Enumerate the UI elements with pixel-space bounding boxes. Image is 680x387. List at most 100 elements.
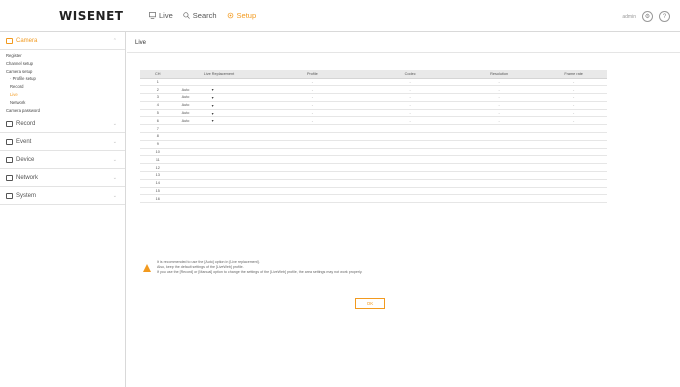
settings-icon[interactable]: ⚙ — [642, 11, 653, 22]
chevron-down-icon: ⌄ — [112, 157, 117, 164]
main-content: Live CH Live Replacement Profile Codec R… — [127, 32, 680, 387]
dropdown-arrow-icon: ▾ — [211, 102, 214, 108]
cell-profile: - — [262, 78, 363, 87]
cell-resolution: - — [457, 101, 541, 110]
ok-button[interactable]: OK — [355, 298, 385, 309]
live-replacement-select[interactable]: Auto ▾ — [181, 103, 215, 108]
cell-codec — [362, 187, 458, 196]
cell-ch: 12 — [140, 163, 176, 173]
table-row: 9 — [140, 140, 607, 149]
sidebar-device[interactable]: Device ⌄ — [0, 151, 125, 170]
nav-setup[interactable]: Setup — [227, 11, 257, 20]
live-replacement-value: Auto — [181, 87, 190, 92]
sidebar-record[interactable]: Record ⌄ — [0, 115, 125, 134]
cell-profile: - — [262, 93, 363, 102]
live-replacement-select[interactable]: Auto ▾ — [181, 118, 215, 123]
sidebar-camera[interactable]: Camera ⌃ — [0, 32, 125, 50]
cell-codec: - — [362, 93, 458, 102]
cell-codec — [362, 124, 458, 134]
sidebar-network[interactable]: Network ⌄ — [0, 169, 125, 188]
cell-resolution — [457, 179, 541, 188]
live-replacement-select[interactable]: Auto ▾ — [181, 111, 215, 116]
sidebar-item-profile-setup[interactable]: · Profile setup — [6, 75, 125, 83]
cell-live-replacement — [175, 155, 263, 165]
live-replacement-select[interactable]: Auto ▾ — [181, 87, 215, 92]
nav-setup-label: Setup — [236, 11, 257, 20]
sidebar-item-register[interactable]: Register — [6, 52, 125, 60]
cell-codec — [362, 163, 458, 173]
sidebar-system[interactable]: System ⌄ — [0, 187, 125, 206]
camera-submenu: Register Channel setup Camera setup · Pr… — [0, 50, 125, 115]
dropdown-arrow-icon: ▾ — [211, 110, 214, 116]
table-row: 16 — [140, 194, 607, 204]
table-row: 11 — [140, 155, 607, 165]
cell-ch: 2 — [140, 85, 176, 95]
chevron-down-icon: ⌄ — [112, 121, 117, 128]
table-row: 6 Auto ▾ - - - - — [140, 116, 607, 126]
cell-frame-rate — [540, 124, 607, 134]
cell-codec: - — [362, 78, 458, 87]
sidebar-item-camera-password[interactable]: Camera password — [6, 107, 125, 115]
cell-frame-rate: - — [540, 109, 607, 118]
help-icon[interactable]: ? — [659, 11, 670, 22]
cell-codec — [362, 155, 458, 165]
cell-resolution — [457, 124, 541, 134]
cell-profile: - — [262, 85, 363, 95]
cell-ch: 1 — [140, 78, 176, 87]
cell-frame-rate: - — [540, 101, 607, 110]
table-row: 1---- — [140, 78, 607, 87]
col-resolution: Resolution — [457, 70, 541, 79]
cell-resolution — [457, 171, 541, 180]
sidebar: Camera ⌃ Register Channel setup Camera s… — [0, 32, 126, 387]
cell-live-replacement — [175, 194, 263, 204]
nav-search-label: Search — [192, 11, 217, 20]
cell-live-replacement: Auto ▾ — [175, 116, 263, 126]
sidebar-event-label: Event — [16, 138, 32, 145]
user-name[interactable]: admin — [622, 14, 636, 20]
cell-resolution: - — [457, 93, 541, 102]
brand-logo[interactable]: WISENET — [59, 9, 123, 23]
cell-live-replacement — [175, 171, 263, 180]
sidebar-record-label: Record — [16, 120, 36, 127]
cell-live-replacement — [175, 187, 263, 196]
dropdown-arrow-icon: ▾ — [211, 87, 214, 93]
cell-live-replacement — [175, 78, 263, 87]
cell-live-replacement — [175, 179, 263, 188]
chevron-down-icon: ⌄ — [112, 175, 117, 182]
dropdown-arrow-icon: ▾ — [211, 94, 214, 100]
live-replacement-value: Auto — [181, 103, 190, 108]
chevron-down-icon: ⌄ — [112, 139, 117, 146]
cell-resolution — [457, 194, 541, 204]
record-icon — [6, 120, 13, 127]
cell-codec: - — [362, 101, 458, 110]
live-replacement-value: Auto — [181, 95, 190, 100]
cell-codec — [362, 179, 458, 188]
col-frame-rate: Frame rate — [540, 70, 607, 79]
cell-profile — [262, 132, 363, 141]
sidebar-item-live[interactable]: Live — [6, 91, 125, 99]
sidebar-event[interactable]: Event ⌄ — [0, 133, 125, 152]
cell-frame-rate — [540, 179, 607, 188]
cell-live-replacement — [175, 163, 263, 173]
page-title: Live — [135, 40, 147, 46]
cell-ch: 13 — [140, 171, 176, 180]
nav-live[interactable]: Live — [149, 11, 173, 20]
cell-live-replacement: Auto ▾ — [175, 109, 263, 118]
sidebar-item-channel-setup[interactable]: Channel setup — [6, 60, 125, 68]
live-replacement-select[interactable]: Auto ▾ — [181, 95, 215, 100]
sidebar-item-record[interactable]: Record — [6, 83, 125, 91]
table-row: 13 — [140, 171, 607, 180]
cell-live-replacement — [175, 140, 263, 149]
nav-search[interactable]: Search — [183, 11, 217, 20]
table-row: 8 — [140, 132, 607, 141]
sidebar-item-network[interactable]: Network — [6, 99, 125, 107]
table-row: 14 — [140, 179, 607, 188]
cell-live-replacement: Auto ▾ — [175, 101, 263, 110]
monitor-icon — [149, 12, 156, 19]
header-right: admin ⚙ ? — [622, 11, 670, 22]
gear-icon — [227, 12, 233, 19]
sidebar-item-camera-setup[interactable]: Camera setup — [6, 68, 125, 76]
notice-line-3: If you use the [Record] or [Manual] opti… — [157, 270, 363, 274]
cell-ch: 11 — [140, 155, 176, 165]
cell-codec — [362, 132, 458, 141]
